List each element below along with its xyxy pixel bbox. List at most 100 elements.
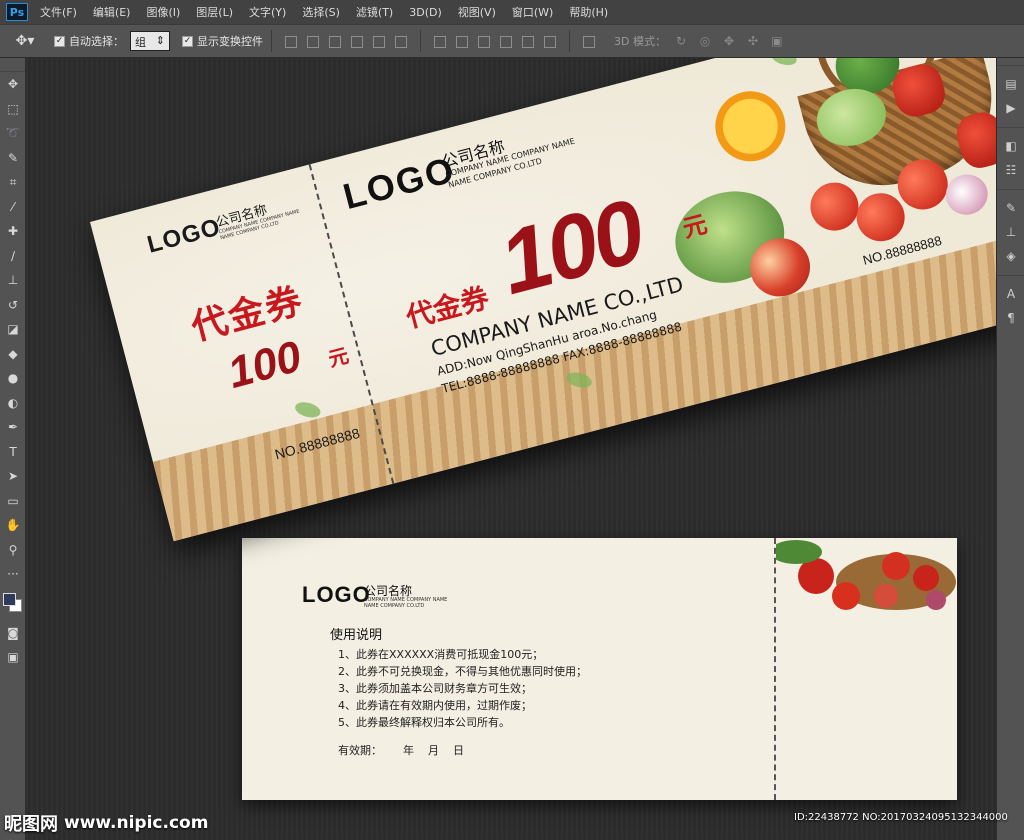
divider [271,30,272,52]
menu-file[interactable]: 文件(F) [32,4,85,20]
align-right-icon[interactable] [393,34,409,48]
panel-grip[interactable] [997,58,1024,66]
more-tools-icon[interactable]: ··· [0,562,26,587]
distribute-right-icon[interactable] [542,34,558,48]
move-tool-icon[interactable]: ✥ [0,72,26,97]
validity-line: 有效期： 年 月 日 [338,744,464,757]
distribute-left-icon[interactable] [498,34,514,48]
character-panel-icon[interactable]: A [997,282,1024,306]
rule-item: 4、此券请在有效期内使用，过期作废； [338,699,532,712]
foreground-color-swatch[interactable] [3,592,16,606]
lasso-tool-icon[interactable]: ➰ [0,121,26,146]
menu-window[interactable]: 窗口(W) [504,4,561,20]
options-bar: ✥▾ ✓ 自动选择： 组 ⇕ ✓ 显示变换控件 3D 模式： ↻ ◎ ✥ ✣ ▣ [0,24,1024,58]
rule-item: 5、此券最终解释权归本公司所有。 [338,716,510,729]
distribute-top-icon[interactable] [432,34,448,48]
3d-roll-icon[interactable]: ◎ [696,32,714,50]
align-left-icon[interactable] [349,34,365,48]
layers-panel-icon[interactable]: ◈ [997,244,1024,268]
marquee-tool-icon[interactable]: ⬚ [0,97,26,122]
align-vcenter-icon[interactable] [305,34,321,48]
rule-item: 1、此券在XXXXXX消费可抵现金100元； [338,648,544,661]
align-top-icon[interactable] [283,34,299,48]
distribute-vcenter-icon[interactable] [454,34,470,48]
pen-tool-icon[interactable]: ✒ [0,415,26,440]
brush-tool-icon[interactable]: ∕ [0,244,26,269]
auto-select-dropdown[interactable]: 组 ⇕ [130,31,170,51]
clone-stamp-tool-icon[interactable]: ⊥ [0,268,26,293]
tools-panel: ✥ ⬚ ➰ ✎ ⌗ ⁄ ✚ ∕ ⊥ ↺ ◪ ◆ ● ◐ ✒ T ➤ ▭ ✋ ⚲ … [0,58,26,840]
menu-3d[interactable]: 3D(D) [401,6,450,19]
divider [569,30,570,52]
distribute-hcenter-icon[interactable] [520,34,536,48]
history-brush-tool-icon[interactable]: ↺ [0,293,26,318]
menu-select[interactable]: 选择(S) [294,4,348,20]
hand-tool-icon[interactable]: ✋ [0,513,26,538]
menu-filter[interactable]: 滤镜(T) [348,4,401,20]
menu-edit[interactable]: 编辑(E) [85,4,139,20]
history-panel-icon[interactable]: ▤ [997,72,1024,96]
align-hcenter-icon[interactable] [371,34,387,48]
quick-mask-icon[interactable]: ◙ [0,621,26,646]
perforation-line [774,538,776,800]
dodge-tool-icon[interactable]: ◐ [0,391,26,416]
checkbox-icon: ✓ [54,35,65,47]
watermark-site-name: 昵图网 [4,814,58,835]
brush-panel-icon[interactable]: ✎ [997,196,1024,220]
align-bottom-icon[interactable] [327,34,343,48]
document-canvas[interactable]: LOGO 公司名称 COMPANY NAME COMPANY NAME NAME… [26,58,996,840]
auto-select-checkbox[interactable]: ✓ 自动选择： [54,33,124,49]
panel-dock: ▤ ▶ ◧ ☷ ✎ ⊥ ◈ A ¶ [996,58,1024,840]
company-subtitle-2: NAME COMPANY CO.LTD [364,603,425,609]
show-transform-checkbox[interactable]: ✓ 显示变换控件 [182,33,263,49]
crop-tool-icon[interactable]: ⌗ [0,170,26,195]
healing-brush-tool-icon[interactable]: ✚ [0,219,26,244]
actions-panel-icon[interactable]: ▶ [997,96,1024,120]
blur-tool-icon[interactable]: ● [0,366,26,391]
eraser-tool-icon[interactable]: ◪ [0,317,26,342]
color-swatches[interactable] [0,587,25,621]
menu-layer[interactable]: 图层(L) [188,4,241,20]
paint-bucket-tool-icon[interactable]: ◆ [0,342,26,367]
menu-type[interactable]: 文字(Y) [241,4,294,20]
rule-item: 2、此券不可兑换现金，不得与其他优惠同时使用； [338,665,587,678]
menu-bar: Ps 文件(F) 编辑(E) 图像(I) 图层(L) 文字(Y) 选择(S) 滤… [0,0,1024,24]
distribute-bottom-icon[interactable] [476,34,492,48]
path-select-tool-icon[interactable]: ➤ [0,464,26,489]
adjustments-panel-icon[interactable]: ◧ [997,134,1024,158]
usage-heading: 使用说明 [330,628,383,643]
divider [997,268,1024,276]
menu-view[interactable]: 视图(V) [450,4,504,20]
voucher-back: LOGO 公司名称 COMPANY NAME COMPANY NAME NAME… [242,538,957,800]
3d-scale-icon[interactable]: ▣ [768,32,786,50]
properties-panel-icon[interactable]: ☷ [997,158,1024,182]
3d-pan-icon[interactable]: ✥ [720,32,738,50]
paragraph-panel-icon[interactable]: ¶ [997,306,1024,330]
photoshop-logo: Ps [6,3,28,21]
auto-align-icon[interactable] [581,34,597,48]
dropdown-arrow-icon: ⇕ [155,34,165,47]
screen-mode-icon[interactable]: ▣ [0,645,26,670]
move-tool-preset-icon[interactable]: ✥▾ [8,28,42,54]
panel-grip[interactable] [0,58,25,72]
shape-tool-icon[interactable]: ▭ [0,489,26,514]
voucher-front: LOGO 公司名称 COMPANY NAME COMPANY NAME NAME… [90,58,996,542]
menu-help[interactable]: 帮助(H) [561,4,616,20]
3d-orbit-icon[interactable]: ↻ [672,32,690,50]
menu-image[interactable]: 图像(I) [138,4,188,20]
watermark-url: www.nipic.com [64,813,209,833]
type-tool-icon[interactable]: T [0,440,26,465]
divider [997,182,1024,190]
3d-slide-icon[interactable]: ✣ [744,32,762,50]
zoom-tool-icon[interactable]: ⚲ [0,538,26,563]
clone-source-panel-icon[interactable]: ⊥ [997,220,1024,244]
3d-mode-label: 3D 模式： [614,35,666,48]
divider [997,120,1024,128]
rule-item: 3、此券须加盖本公司财务章方可生效； [338,682,532,695]
eyedropper-tool-icon[interactable]: ⁄ [0,195,26,220]
usage-rules: 1、此券在XXXXXX消费可抵现金100元； 2、此券不可兑换现金，不得与其他优… [338,646,587,731]
divider [420,30,421,52]
watermark-id: ID:22438772 NO:20170324095132344000 [794,812,1008,823]
logo-text: LOGO [302,582,371,607]
quick-select-tool-icon[interactable]: ✎ [0,146,26,171]
